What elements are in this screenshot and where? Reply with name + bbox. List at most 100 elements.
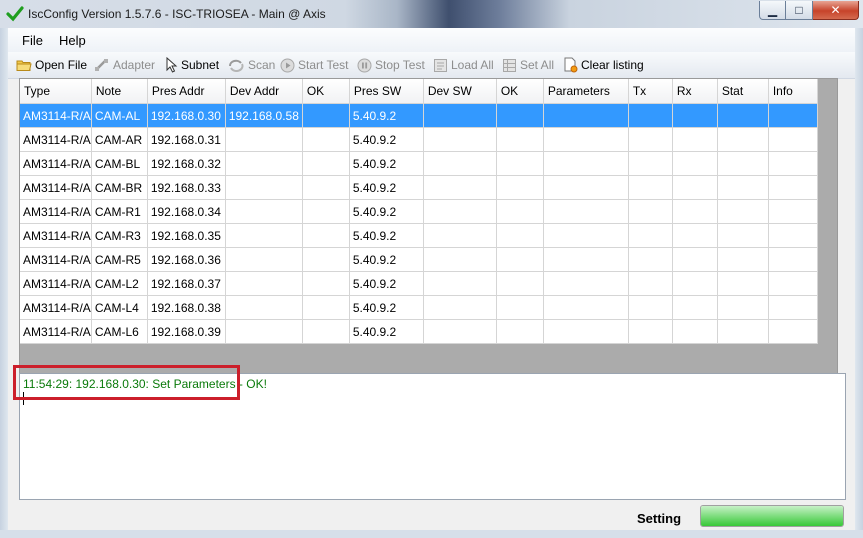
menu-help[interactable]: Help — [59, 33, 86, 48]
set-all-icon — [503, 58, 516, 72]
column-header[interactable]: Note — [91, 79, 148, 104]
table-cell — [672, 103, 718, 128]
table-cell: CAM-L6 — [91, 319, 148, 344]
table-row[interactable]: AM3114-R/A CAM-BL 192.168.0.32 5.40.9.2 — [20, 151, 818, 176]
table-row[interactable]: AM3114-R/A CAM-AR 192.168.0.31 5.40.9.2 — [20, 127, 818, 152]
table-cell — [543, 199, 629, 224]
column-header[interactable]: Pres SW — [349, 79, 424, 104]
table-cell: 5.40.9.2 — [349, 247, 424, 272]
start-test-button[interactable]: Start Test — [280, 56, 348, 74]
load-all-button[interactable]: Load All — [433, 56, 494, 74]
table-cell — [225, 247, 303, 272]
adapter-label: Adapter — [113, 58, 156, 72]
table-cell — [225, 175, 303, 200]
table-cell: 192.168.0.36 — [147, 247, 226, 272]
set-all-button[interactable]: Set All — [502, 56, 554, 74]
window-frame-right — [855, 28, 863, 538]
progress-bar — [700, 505, 844, 527]
column-header[interactable]: Dev Addr — [225, 79, 303, 104]
scan-button[interactable]: Scan — [227, 56, 275, 74]
column-header[interactable]: Parameters — [543, 79, 629, 104]
table-cell: 192.168.0.35 — [147, 223, 226, 248]
table-cell — [768, 319, 818, 344]
play-circle-icon — [280, 58, 295, 72]
device-grid[interactable]: Type Note Pres Addr Dev Addr OK Pres SW Dev SW… — [19, 78, 838, 394]
table-cell: 5.40.9.2 — [349, 175, 424, 200]
table-cell: 5.40.9.2 — [349, 127, 424, 152]
table-cell — [717, 247, 769, 272]
table-cell: CAM-BR — [91, 175, 148, 200]
table-cell — [717, 223, 769, 248]
column-header[interactable]: Tx — [628, 79, 673, 104]
table-cell — [423, 271, 497, 296]
table-cell — [672, 151, 718, 176]
table-cell: AM3114-R/A — [20, 319, 92, 344]
table-cell — [672, 175, 718, 200]
table-cell — [496, 127, 544, 152]
table-cell — [628, 199, 673, 224]
column-header[interactable]: Type — [20, 79, 92, 104]
table-cell — [543, 271, 629, 296]
table-cell — [672, 247, 718, 272]
table-cell — [543, 175, 629, 200]
set-all-label: Set All — [520, 58, 555, 72]
table-row[interactable]: AM3114-R/A CAM-R5 192.168.0.36 5.40.9.2 — [20, 247, 818, 272]
table-cell — [302, 175, 350, 200]
table-row[interactable]: AM3114-R/A CAM-AL 192.168.0.30 192.168.0.58… — [20, 103, 818, 128]
table-cell: CAM-L4 — [91, 295, 148, 320]
pause-circle-icon — [357, 58, 372, 72]
table-cell — [672, 223, 718, 248]
table-cell: CAM-L2 — [91, 271, 148, 296]
adapter-button[interactable]: Adapter — [94, 56, 155, 74]
table-row[interactable]: AM3114-R/A CAM-R1 192.168.0.34 5.40.9.2 — [20, 199, 818, 224]
table-cell — [768, 247, 818, 272]
table-row[interactable]: AM3114-R/A CAM-L2 192.168.0.37 5.40.9.2 — [20, 271, 818, 296]
table-row[interactable]: AM3114-R/A CAM-L4 192.168.0.38 5.40.9.2 — [20, 295, 818, 320]
load-all-label: Load All — [451, 58, 494, 72]
table-cell — [768, 127, 818, 152]
table-cell — [768, 223, 818, 248]
menu-file[interactable]: File — [22, 33, 43, 48]
title-bar[interactable]: IscConfig Version 1.5.7.6 - ISC-TRIOSEA … — [0, 0, 863, 28]
table-cell — [496, 199, 544, 224]
table-cell — [768, 151, 818, 176]
toolbar: Open File Adapter Subnet Scan Start Test… — [8, 52, 855, 79]
maximize-button[interactable]: □ — [786, 1, 813, 20]
close-button[interactable]: ✕ — [813, 1, 859, 20]
column-header[interactable]: OK — [302, 79, 350, 104]
table-cell — [225, 223, 303, 248]
table-row[interactable]: AM3114-R/A CAM-L6 192.168.0.39 5.40.9.2 — [20, 319, 818, 344]
table-cell: 5.40.9.2 — [349, 199, 424, 224]
network-adapter-icon — [95, 59, 108, 71]
table-cell: CAM-R5 — [91, 247, 148, 272]
table-cell — [423, 223, 497, 248]
table-row[interactable]: AM3114-R/A CAM-R3 192.168.0.35 5.40.9.2 — [20, 223, 818, 248]
table-cell: AM3114-R/A — [20, 271, 92, 296]
table-cell: 5.40.9.2 — [349, 295, 424, 320]
column-header[interactable]: Stat — [717, 79, 769, 104]
table-cell: 5.40.9.2 — [349, 271, 424, 296]
clear-listing-button[interactable]: Clear listing — [563, 56, 644, 74]
main-window: File Help Open File Adapter Subnet Scan … — [8, 28, 855, 530]
table-row[interactable]: AM3114-R/A CAM-BR 192.168.0.33 5.40.9.2 — [20, 175, 818, 200]
column-header[interactable]: Dev SW — [423, 79, 497, 104]
minimize-button[interactable]: ▁ — [759, 1, 786, 20]
table-cell: AM3114-R/A — [20, 103, 92, 128]
column-header[interactable]: Pres Addr — [147, 79, 226, 104]
stop-test-button[interactable]: Stop Test — [357, 56, 425, 74]
table-cell: 192.168.0.58 — [225, 103, 303, 128]
menu-bar: File Help — [8, 28, 855, 52]
subnet-button[interactable]: Subnet — [166, 56, 219, 74]
progress-fill — [701, 506, 843, 526]
table-cell — [543, 295, 629, 320]
open-file-button[interactable]: Open File — [16, 56, 87, 74]
table-cell — [717, 127, 769, 152]
table-cell: AM3114-R/A — [20, 127, 92, 152]
column-header[interactable]: Rx — [672, 79, 718, 104]
column-header[interactable]: Info — [768, 79, 818, 104]
table-cell: 5.40.9.2 — [349, 151, 424, 176]
status-label: Setting — [637, 511, 682, 526]
table-cell — [543, 247, 629, 272]
table-cell — [543, 151, 629, 176]
column-header[interactable]: OK — [496, 79, 544, 104]
